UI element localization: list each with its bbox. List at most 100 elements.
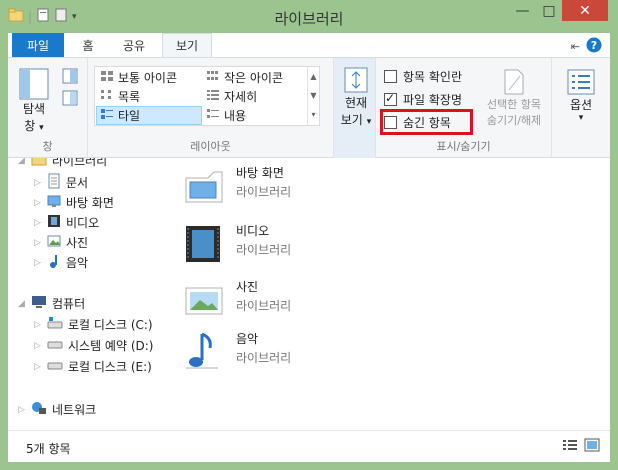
minimize-button[interactable]: — <box>509 0 536 21</box>
current-view-group: 현재 보기 ▾ <box>334 58 376 158</box>
ribbon: 탐색 창 ▾ 창 보통 아이콘 작은 아이콘 목록 자세히 타일 내용 ▲ ▼ … <box>8 57 610 158</box>
details-icon <box>206 89 220 104</box>
layout-list[interactable]: 목록 <box>97 87 201 106</box>
tab-home[interactable]: 홈 <box>70 33 106 57</box>
svg-text:?: ? <box>591 39 597 52</box>
preview-pane-icon <box>62 68 78 84</box>
file-list: 바탕 화면 라이브러리 비디오 라이브러리 사진 라이브러리 음악 라이브러리 <box>160 158 610 430</box>
file-extensions-checkbox[interactable] <box>384 91 397 106</box>
expand-arrow-icon[interactable]: ▷ <box>34 178 42 188</box>
file-extensions-option[interactable]: 파일 확장명 <box>384 91 462 108</box>
music-icon <box>47 253 61 272</box>
tab-view[interactable]: 보기 <box>162 33 212 57</box>
details-view-icon[interactable] <box>562 438 578 455</box>
pane-group: 탐색 창 ▾ 창 <box>8 58 88 158</box>
nav-drive-d[interactable]: ▷ 시스템 예약 (D:) <box>34 337 153 354</box>
document-icon <box>47 173 61 192</box>
expand-arrow-icon[interactable]: ▷ <box>34 218 42 228</box>
expand-arrow-icon[interactable]: ▷ <box>34 198 42 208</box>
tile-video[interactable]: 비디오 라이브러리 <box>182 222 291 274</box>
nav-network[interactable]: ▷ 네트워크 <box>18 401 96 418</box>
status-bar: 5개 항목 <box>8 430 610 462</box>
music-library-icon <box>182 330 226 377</box>
current-view-icon <box>344 67 368 93</box>
layout-scroll[interactable]: ▲ ▼ ▾ <box>307 67 319 125</box>
help-icon[interactable]: ? <box>586 37 602 56</box>
nav-music[interactable]: ▷ 음악 <box>34 253 88 272</box>
expand-arrow-icon[interactable]: ▷ <box>18 405 26 415</box>
tab-share[interactable]: 공유 <box>112 33 156 57</box>
nav-pictures[interactable]: ▷ 사진 <box>34 233 88 252</box>
navigation-pane: ◢ 라이브러리 ▷ 문서 ▷ 바탕 화면 ▷ 비디오 ▷ 사진 ▷ 음악 ◢ 컴… <box>8 158 160 430</box>
nav-libraries[interactable]: ◢ 라이브러리 <box>18 158 107 169</box>
navigation-pane-button[interactable]: 탐색 창 ▾ <box>14 68 54 134</box>
minimize-ribbon-icon[interactable]: ⇤ <box>571 40 580 53</box>
hide-selected-icon <box>504 69 524 95</box>
expand-arrow-icon[interactable]: ▷ <box>34 320 42 330</box>
details-pane-icon <box>62 90 78 106</box>
nav-computer[interactable]: ◢ 컴퓨터 <box>18 295 85 312</box>
system-drive-icon <box>47 316 63 333</box>
preview-pane-button[interactable] <box>62 68 78 87</box>
network-icon <box>31 401 47 418</box>
maximize-button[interactable]: □ <box>536 0 562 21</box>
explorer-window: | ▾ 라이브러리 — □ ✕ 파일 홈 공유 보기 ⇤ ? 탐색 창 ▾ 창 … <box>0 0 618 470</box>
layout-gallery: 보통 아이콘 작은 아이콘 목록 자세히 타일 내용 ▲ ▼ ▾ <box>94 66 320 126</box>
layout-group: 보통 아이콘 작은 아이콘 목록 자세히 타일 내용 ▲ ▼ ▾ 레이아웃 <box>88 58 334 158</box>
video-library-icon <box>182 222 226 269</box>
computer-icon <box>31 295 47 312</box>
nav-desktop[interactable]: ▷ 바탕 화면 <box>34 193 114 212</box>
tile-desktop[interactable]: 바탕 화면 라이브러리 <box>182 164 291 216</box>
nav-documents[interactable]: ▷ 문서 <box>34 173 88 192</box>
desktop-library-icon <box>182 164 226 211</box>
nav-drive-c[interactable]: ▷ 로컬 디스크 (C:) <box>34 316 153 333</box>
drive-icon <box>47 337 63 354</box>
item-count: 5개 항목 <box>26 442 71 456</box>
collapse-arrow-icon[interactable]: ◢ <box>18 158 26 166</box>
layout-tiles[interactable]: 타일 <box>96 106 202 125</box>
layout-details[interactable]: 자세히 <box>203 87 303 106</box>
tiles-icon <box>100 108 114 123</box>
collapse-arrow-icon[interactable]: ◢ <box>18 299 26 309</box>
item-checkboxes-option[interactable]: 항목 확인란 <box>384 68 462 85</box>
expand-arrow-icon[interactable]: ▷ <box>34 341 42 351</box>
content-icon <box>206 108 220 123</box>
options-button[interactable]: 옵션 ▾ <box>560 68 602 123</box>
title-bar: | ▾ 라이브러리 — □ ✕ <box>0 0 618 33</box>
navigation-pane-icon <box>19 68 49 100</box>
pictures-library-icon <box>182 278 226 325</box>
item-checkboxes-checkbox[interactable] <box>384 70 397 83</box>
libraries-icon <box>31 158 47 169</box>
layout-medium-icons[interactable]: 보통 아이콘 <box>97 68 201 87</box>
close-button[interactable]: ✕ <box>562 0 608 21</box>
expand-arrow-icon[interactable]: ▷ <box>34 362 42 372</box>
current-view-button[interactable]: 현재 보기 ▾ <box>337 66 375 128</box>
tile-pictures[interactable]: 사진 라이브러리 <box>182 278 291 330</box>
medium-icons-icon <box>100 70 114 85</box>
pane-group-label: 창 <box>42 140 53 153</box>
nav-video[interactable]: ▷ 비디오 <box>34 213 99 232</box>
desktop-icon <box>47 193 61 212</box>
picture-icon <box>47 233 61 252</box>
options-icon <box>567 69 595 95</box>
show-hide-group: 항목 확인란 파일 확장명 숨긴 항목 선택한 항목 숨기기/해제 표시/숨기기 <box>376 58 552 158</box>
drive-icon <box>47 358 63 375</box>
hide-selected-button[interactable]: 선택한 항목 숨기기/해제 <box>478 68 550 128</box>
show-hide-group-label: 표시/숨기기 <box>436 140 491 153</box>
large-icons-view-icon[interactable] <box>584 438 600 455</box>
layout-content[interactable]: 내용 <box>203 106 303 125</box>
options-group: 옵션 ▾ <box>552 58 610 158</box>
tile-music[interactable]: 음악 라이브러리 <box>182 330 291 382</box>
nav-drive-e[interactable]: ▷ 로컬 디스크 (E:) <box>34 358 152 375</box>
tab-file[interactable]: 파일 <box>12 33 64 57</box>
layout-small-icons[interactable]: 작은 아이콘 <box>203 68 303 87</box>
expand-arrow-icon[interactable]: ▷ <box>34 258 42 268</box>
expand-arrow-icon[interactable]: ▷ <box>34 238 42 248</box>
details-pane-button[interactable] <box>62 90 78 109</box>
highlight-box <box>380 109 473 135</box>
list-icon <box>100 89 114 104</box>
view-switcher <box>562 438 600 455</box>
small-icons-icon <box>206 70 220 85</box>
ribbon-tabs: 파일 홈 공유 보기 ⇤ ? <box>8 33 610 57</box>
video-icon <box>47 213 61 232</box>
